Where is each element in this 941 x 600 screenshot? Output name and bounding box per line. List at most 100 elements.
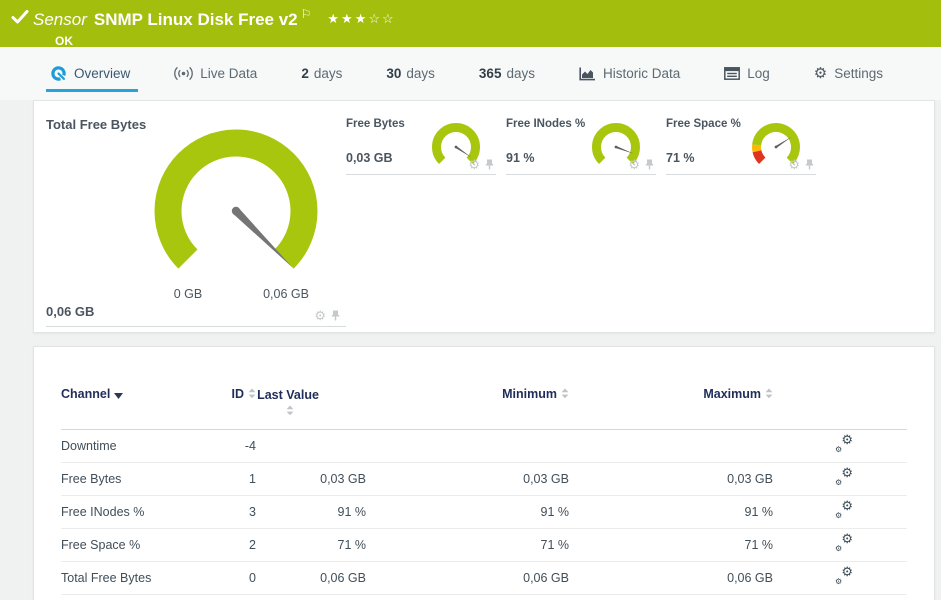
- gauge-value: 91 %: [506, 151, 535, 165]
- channels-table-panel: Channel ID Last Value Minimum Maximum Downti…: [33, 346, 935, 600]
- channel-name: Free Bytes: [61, 472, 122, 486]
- channel-name: Free INodes %: [61, 505, 145, 519]
- gauge-icon: [50, 65, 67, 82]
- tab-2-days[interactable]: 2 days: [301, 47, 342, 100]
- sort-icon: [765, 388, 773, 399]
- channel-row-free-space: Free Space % 2 71 % 71 % 71 % ⚙ ⚙: [61, 529, 907, 562]
- free-bytes-gauge-widget: Free Bytes 0,03 GB ⚙: [346, 113, 496, 175]
- sort-icon: [286, 405, 294, 416]
- channel-row-free-inodes: Free INodes % 3 91 % 91 % 91 % ⚙ ⚙: [61, 496, 907, 529]
- channel-id: 1: [249, 472, 256, 486]
- channel-id: 3: [249, 505, 256, 519]
- ok-check-icon: [11, 10, 29, 24]
- sensor-title: SNMP Linux Disk Free v2: [93, 10, 298, 29]
- channel-name: Total Free Bytes: [61, 571, 152, 585]
- column-header-max[interactable]: Maximum: [569, 387, 773, 401]
- gauge-widget-buttons: ⚙: [314, 309, 340, 322]
- live-icon: [174, 66, 194, 81]
- channel-settings-cell: ⚙ ⚙: [773, 499, 907, 522]
- channel-row-downtime: Downtime -4 ⚙ ⚙: [61, 430, 907, 463]
- mini-gauges: Free Bytes 0,03 GB ⚙ Free INodes % 91 % …: [346, 113, 816, 332]
- channel-name: Free Space %: [61, 538, 141, 552]
- column-header-channel[interactable]: Channel: [61, 387, 196, 401]
- channel-id: 2: [249, 538, 256, 552]
- tab-number: 30: [386, 66, 402, 81]
- gauge-settings-icon[interactable]: ⚙: [628, 158, 640, 171]
- tab-label: Settings: [834, 66, 884, 81]
- tab-30-days[interactable]: 30 days: [386, 47, 435, 100]
- gauges-panel: Total Free Bytes 0 GB 0,06 GB 0,06 GB ⚙ …: [33, 100, 935, 333]
- sensor-title-row: Sensor SNMP Linux Disk Free v2 ⚐ ★★★☆☆: [33, 4, 396, 30]
- table-header-row: Channel ID Last Value Minimum Maximum: [61, 347, 907, 430]
- gauge-value: 71 %: [666, 151, 695, 165]
- chart-icon: [579, 67, 596, 81]
- channel-maximum: 0,03 GB: [727, 472, 773, 486]
- channel-maximum: 0,06 GB: [727, 571, 773, 585]
- total-free-bytes-gauge-widget: Total Free Bytes 0 GB 0,06 GB 0,06 GB ⚙: [46, 113, 346, 327]
- overview-content: Total Free Bytes 0 GB 0,06 GB 0,06 GB ⚙ …: [0, 100, 941, 600]
- channel-id: -4: [244, 439, 256, 453]
- prtg-sensor-page: Sensor SNMP Linux Disk Free v2 ⚐ ★★★☆☆ OK O…: [0, 0, 941, 600]
- gear-icon: ⚙: [813, 65, 828, 82]
- channel-settings-button[interactable]: ⚙ ⚙: [835, 565, 854, 586]
- tab-label: days: [506, 66, 535, 81]
- channel-id: 0: [249, 571, 256, 585]
- tab-label: Overview: [74, 66, 131, 81]
- channel-settings-button[interactable]: ⚙ ⚙: [835, 532, 854, 553]
- priority-stars[interactable]: ★★★☆☆: [327, 11, 395, 26]
- channel-maximum: 91 %: [744, 505, 774, 519]
- channel-minimum: 91 %: [540, 505, 570, 519]
- channel-settings-cell: ⚙ ⚙: [773, 433, 907, 456]
- pin-icon[interactable]: [805, 159, 814, 170]
- column-header-last-value[interactable]: Last Value: [256, 387, 366, 419]
- tab-log[interactable]: Log: [724, 47, 770, 100]
- tab-historic-data[interactable]: Historic Data: [579, 47, 680, 100]
- gauge-settings-icon[interactable]: ⚙: [788, 158, 800, 171]
- channel-settings-cell: ⚙ ⚙: [773, 466, 907, 489]
- channel-settings-button[interactable]: ⚙ ⚙: [835, 433, 854, 454]
- channel-row-total-free-bytes: Total Free Bytes 0 0,06 GB 0,06 GB 0,06 …: [61, 562, 907, 595]
- channel-name: Downtime: [61, 439, 117, 453]
- column-header-min[interactable]: Minimum: [366, 387, 569, 401]
- gauge-widget-buttons: ⚙: [628, 158, 654, 171]
- channel-last-value: 0,06 GB: [320, 571, 366, 585]
- gauge-value: 0,03 GB: [346, 151, 393, 165]
- pin-icon[interactable]: [485, 159, 494, 170]
- tab-live-data[interactable]: Live Data: [174, 47, 257, 100]
- gauge-settings-icon[interactable]: ⚙: [314, 309, 326, 322]
- log-icon: [724, 67, 741, 80]
- channel-settings-button[interactable]: ⚙ ⚙: [835, 499, 854, 520]
- gauge-value: 0,06 GB: [46, 304, 95, 319]
- tab-bar: Overview Live Data 2 days 30 days 365 days Histo…: [0, 47, 941, 100]
- channel-last-value: 0,03 GB: [320, 472, 366, 486]
- tab-settings[interactable]: ⚙ Settings: [814, 47, 883, 100]
- object-kind-label: Sensor: [33, 10, 87, 29]
- channel-minimum: 71 %: [540, 538, 570, 552]
- svg-text:0 GB: 0 GB: [174, 287, 203, 301]
- gauge-dial: 0 GB 0,06 GB: [146, 115, 336, 308]
- gauge-widget-buttons: ⚙: [788, 158, 814, 171]
- column-header-id[interactable]: ID: [196, 387, 256, 401]
- flag-icon[interactable]: ⚐: [301, 7, 312, 21]
- svg-text:0,06 GB: 0,06 GB: [263, 287, 309, 301]
- tab-label: Log: [747, 66, 770, 81]
- tab-365-days[interactable]: 365 days: [479, 47, 535, 100]
- tab-number: 365: [478, 66, 502, 81]
- gauge-settings-icon[interactable]: ⚙: [468, 158, 480, 171]
- sort-icon: [248, 388, 256, 399]
- channel-minimum: 0,06 GB: [523, 571, 569, 585]
- pin-icon[interactable]: [331, 310, 340, 321]
- tab-label: Live Data: [200, 66, 258, 81]
- sort-icon: [561, 388, 569, 399]
- pin-icon[interactable]: [645, 159, 654, 170]
- tab-number: 2: [301, 66, 309, 81]
- channel-last-value: 91 %: [337, 505, 367, 519]
- channel-settings-button[interactable]: ⚙ ⚙: [835, 466, 854, 487]
- gauge-widget-buttons: ⚙: [468, 158, 494, 171]
- tab-overview[interactable]: Overview: [45, 47, 139, 100]
- channel-maximum: 71 %: [744, 538, 774, 552]
- channel-settings-cell: ⚙ ⚙: [773, 532, 907, 555]
- free-space-gauge-widget: Free Space % 71 % ⚙: [666, 113, 816, 175]
- channels-table: Channel ID Last Value Minimum Maximum Downti…: [61, 347, 907, 595]
- channel-settings-cell: ⚙ ⚙: [773, 565, 907, 588]
